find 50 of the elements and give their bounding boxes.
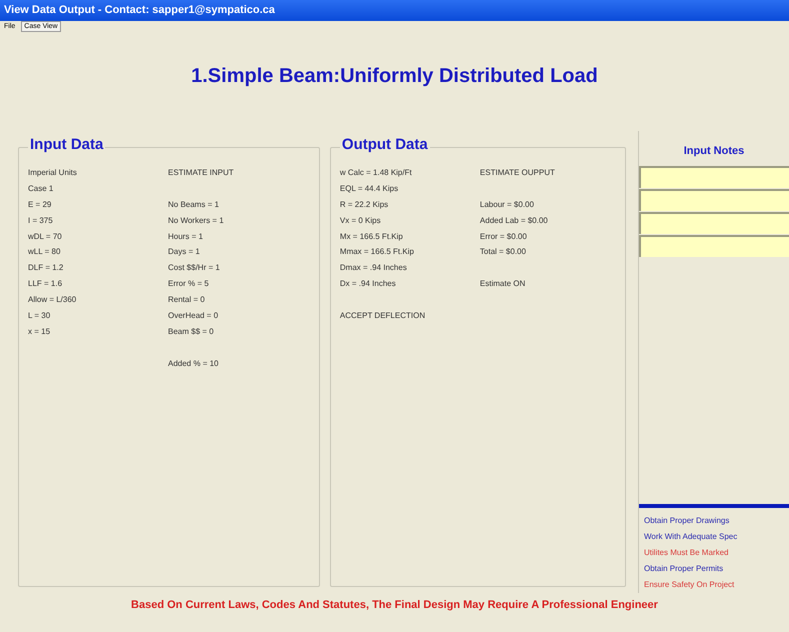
data-text: Estimate ON bbox=[480, 279, 526, 288]
data-text: DLF = 1.2 bbox=[28, 263, 64, 272]
data-text: Error % = 5 bbox=[168, 279, 209, 288]
notes-title: Input Notes bbox=[684, 144, 744, 159]
note-text: Utilites Must Be Marked bbox=[644, 547, 730, 559]
data-text: Added Lab = $0.00 bbox=[480, 216, 548, 225]
data-text: Vx = 0 Kips bbox=[340, 216, 381, 225]
data-text: ACCEPT DEFLECTION bbox=[340, 310, 426, 320]
note-field[interactable] bbox=[639, 166, 789, 188]
data-text: x = 15 bbox=[28, 326, 50, 336]
data-text: Days = 1 bbox=[168, 247, 200, 256]
data-text: Dx = .94 Inches bbox=[340, 279, 396, 288]
note-field[interactable] bbox=[639, 234, 789, 256]
data-text: I = 375 bbox=[28, 216, 53, 225]
data-text: Total = $0.00 bbox=[480, 247, 526, 256]
data-text: L = 30 bbox=[28, 310, 50, 320]
data-text: w Calc = 1.48 Kip/Ft bbox=[340, 168, 412, 177]
data-text: Cost $$/Hr = 1 bbox=[168, 263, 220, 272]
data-text: R = 22.2 Kips bbox=[340, 200, 388, 209]
note-field[interactable] bbox=[639, 188, 789, 210]
note-field[interactable] bbox=[639, 212, 789, 234]
data-text: Mmax = 166.5 Ft.Kip bbox=[340, 247, 414, 256]
data-text: Hours = 1 bbox=[168, 232, 203, 240]
note-text: Work With Adequate Spec bbox=[644, 531, 738, 543]
data-text: Dmax = .94 Inches bbox=[340, 263, 407, 272]
data-text: No Workers = 1 bbox=[168, 216, 224, 225]
data-text: ESTIMATE INPUT bbox=[168, 168, 234, 177]
data-text: No Beams = 1 bbox=[168, 200, 219, 209]
data-text: Error = $0.00 bbox=[480, 232, 527, 240]
page-heading: 1.Simple Beam:Uniformly Distributed Load bbox=[191, 64, 598, 89]
data-text: E = 29 bbox=[28, 200, 52, 209]
data-text: OverHead = 0 bbox=[168, 310, 218, 320]
data-text: LLF = 1.6 bbox=[28, 279, 62, 288]
data-text: Mx = 166.5 Ft.Kip bbox=[340, 232, 403, 240]
data-text: Beam $$ = 0 bbox=[168, 326, 214, 336]
data-text: ESTIMATE OUPPUT bbox=[480, 168, 555, 177]
note-text: Obtain Proper Drawings bbox=[644, 515, 730, 527]
data-text: wDL = 70 bbox=[28, 232, 62, 240]
data-text: Case 1 bbox=[28, 184, 54, 193]
data-text: wLL = 80 bbox=[28, 247, 60, 256]
data-text: Allow = L/360 bbox=[28, 295, 76, 304]
data-text: Added % = 10 bbox=[168, 358, 218, 368]
data-text: Rental = 0 bbox=[168, 295, 205, 304]
data-text: Labour = $0.00 bbox=[480, 200, 534, 209]
data-text: EQL = 44.4 Kips bbox=[340, 184, 398, 193]
window-title: View Data Output - Contact: sapper1@sympatico.ca bbox=[4, 3, 275, 18]
data-text: Imperial Units bbox=[28, 168, 77, 177]
note-text: Obtain Proper Permits bbox=[644, 563, 724, 575]
note-text: Ensure Safety On Project bbox=[644, 579, 736, 591]
disclaimer-text: Based On Current Laws, Codes And Statutes, The Final Design May Require A Professional Engineer bbox=[131, 598, 658, 613]
